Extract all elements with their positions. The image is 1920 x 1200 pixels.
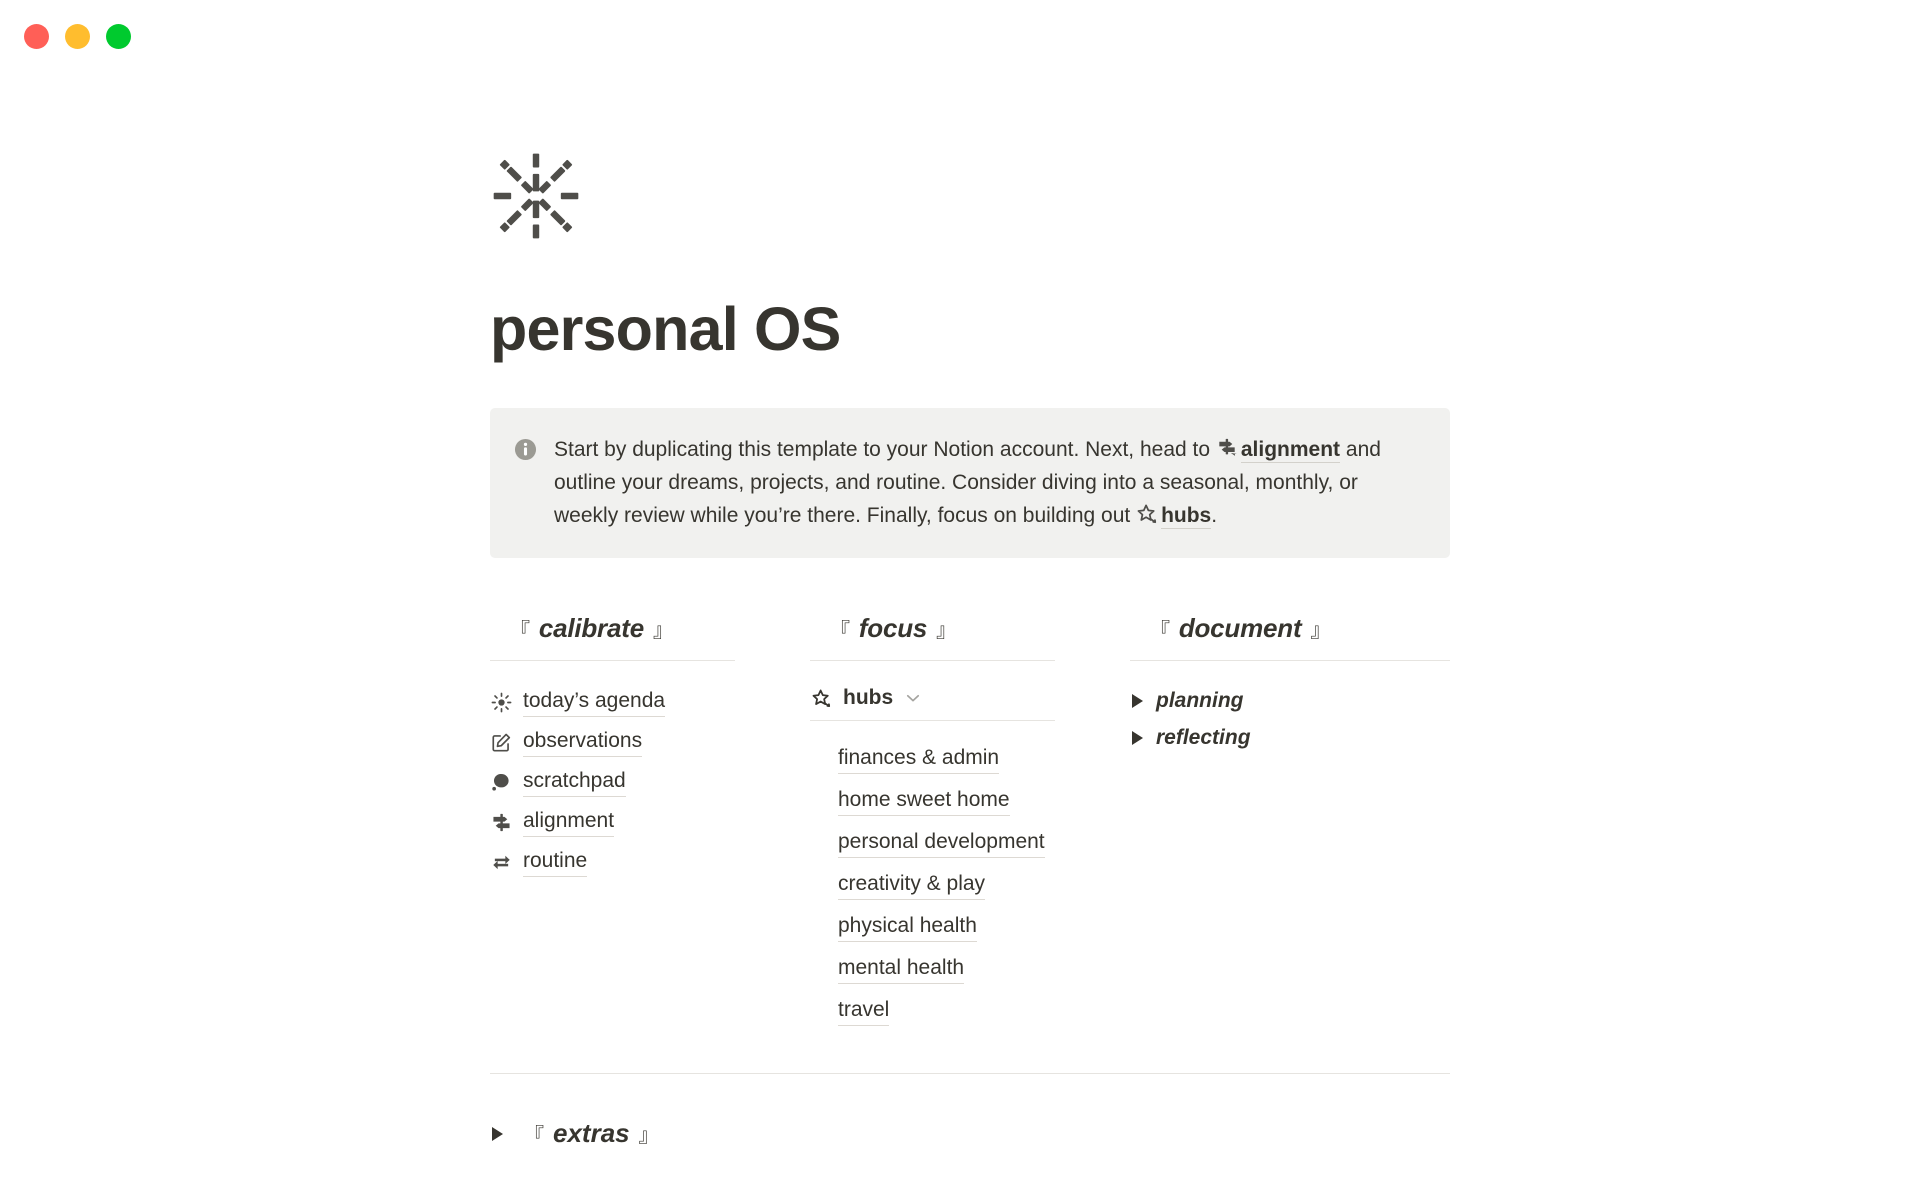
toggle-label: hubs bbox=[843, 686, 894, 710]
callout-block: Start by duplicating this template to yo… bbox=[490, 408, 1450, 559]
divider bbox=[490, 660, 735, 662]
toggle-reflecting[interactable]: reflecting bbox=[1130, 720, 1450, 757]
list-item[interactable]: personal development bbox=[838, 823, 1055, 865]
inline-link-label: alignment bbox=[1240, 438, 1341, 464]
toggle-planning[interactable]: planning bbox=[1130, 683, 1450, 720]
divider bbox=[810, 660, 1055, 662]
column-heading-document: 『 document 』 bbox=[1130, 613, 1450, 644]
page-link-routine[interactable]: routine bbox=[490, 843, 735, 883]
bracket-open: 『 bbox=[830, 620, 850, 643]
thought-blob-icon bbox=[490, 772, 512, 794]
triangle-right-icon[interactable] bbox=[492, 1126, 503, 1141]
column-list: 『 calibrate 』 today’s agenda observation… bbox=[490, 613, 1450, 1033]
callout-segment-1: Start by duplicating this template to yo… bbox=[554, 438, 1216, 462]
bracket-close: 』 bbox=[936, 620, 956, 643]
column-focus: 『 focus 』 hubs finances & admin home swe… bbox=[810, 613, 1130, 1033]
page-link-label: observations bbox=[523, 728, 643, 758]
page-link-scratchpad[interactable]: scratchpad bbox=[490, 763, 735, 803]
column-heading-focus: 『 focus 』 bbox=[810, 613, 1055, 644]
page-link-label: personal development bbox=[838, 829, 1045, 859]
bracket-close: 』 bbox=[638, 1125, 659, 1148]
page-link-label: routine bbox=[523, 848, 588, 878]
page-link-label: scratchpad bbox=[523, 768, 626, 798]
extras-label: 『 extras 』 bbox=[524, 1118, 659, 1149]
page-link-label: home sweet home bbox=[838, 787, 1010, 817]
window-minimize-button[interactable] bbox=[65, 23, 90, 49]
page-link-alignment[interactable]: alignment bbox=[490, 803, 735, 843]
list-item[interactable]: creativity & play bbox=[838, 865, 1055, 907]
page-link-todays-agenda[interactable]: today’s agenda bbox=[490, 683, 735, 723]
page-content: personal OS Start by duplicating this te… bbox=[490, 150, 1450, 1149]
sunburst-sparkle-icon[interactable] bbox=[490, 150, 582, 242]
inline-link-label: hubs bbox=[1161, 504, 1212, 530]
column-title: focus bbox=[858, 613, 928, 644]
bracket-open: 『 bbox=[524, 1125, 544, 1148]
hubs-list: finances & admin home sweet home persona… bbox=[810, 739, 1055, 1033]
page-link-observations[interactable]: observations bbox=[490, 723, 735, 763]
page-link-label: travel bbox=[838, 997, 890, 1027]
column-calibrate: 『 calibrate 』 today’s agenda observation… bbox=[490, 613, 810, 1033]
divider bbox=[1130, 660, 1450, 662]
edit-square-icon bbox=[490, 732, 512, 754]
bracket-close: 』 bbox=[1310, 620, 1331, 643]
toggle-label: planning bbox=[1156, 689, 1244, 713]
star-icon bbox=[810, 687, 832, 709]
signpost-icon bbox=[1216, 437, 1238, 459]
page-link-label: today’s agenda bbox=[523, 688, 666, 718]
star-icon bbox=[1136, 503, 1158, 525]
bracket-close: 』 bbox=[652, 620, 673, 643]
repeat-icon bbox=[490, 852, 512, 874]
list-item[interactable]: finances & admin bbox=[838, 739, 1055, 781]
signpost-icon bbox=[490, 812, 512, 834]
window-maximize-button[interactable] bbox=[106, 23, 131, 49]
window-titlebar bbox=[0, 0, 1920, 72]
page-link-label: mental health bbox=[838, 955, 965, 985]
chevron-down-icon[interactable] bbox=[904, 689, 922, 707]
column-heading-calibrate: 『 calibrate 』 bbox=[490, 613, 735, 644]
info-icon bbox=[514, 438, 537, 461]
list-item[interactable]: physical health bbox=[838, 907, 1055, 949]
inline-link-alignment[interactable]: alignment bbox=[1216, 437, 1341, 464]
callout-text: Start by duplicating this template to yo… bbox=[554, 433, 1422, 532]
divider bbox=[810, 720, 1055, 722]
toggle-label: reflecting bbox=[1156, 726, 1251, 750]
page-link-label: physical health bbox=[838, 913, 977, 943]
page-link-label: creativity & play bbox=[838, 871, 986, 901]
callout-segment-3: . bbox=[1211, 504, 1218, 528]
list-item[interactable]: home sweet home bbox=[838, 781, 1055, 823]
window-close-button[interactable] bbox=[24, 23, 49, 49]
list-item[interactable]: mental health bbox=[838, 949, 1055, 991]
column-title: calibrate bbox=[538, 613, 644, 644]
bracket-open: 『 bbox=[510, 620, 530, 643]
sun-icon bbox=[490, 692, 512, 714]
page-title: personal OS bbox=[490, 295, 841, 363]
divider bbox=[490, 1073, 1450, 1075]
column-document: 『 document 』 planning reflecting bbox=[1130, 613, 1450, 1033]
column-title: document bbox=[1178, 613, 1302, 644]
toggle-extras[interactable]: 『 extras 』 bbox=[490, 1118, 1450, 1149]
page-link-label: finances & admin bbox=[838, 745, 1000, 775]
list-item[interactable]: travel bbox=[838, 991, 1055, 1033]
triangle-right-icon[interactable] bbox=[1132, 731, 1143, 746]
extras-title: extras bbox=[553, 1118, 630, 1149]
page-link-label: alignment bbox=[523, 808, 615, 838]
bracket-open: 『 bbox=[1150, 620, 1170, 643]
triangle-right-icon[interactable] bbox=[1132, 694, 1143, 709]
toggle-hubs[interactable]: hubs bbox=[810, 683, 1055, 720]
inline-link-hubs[interactable]: hubs bbox=[1136, 503, 1212, 530]
